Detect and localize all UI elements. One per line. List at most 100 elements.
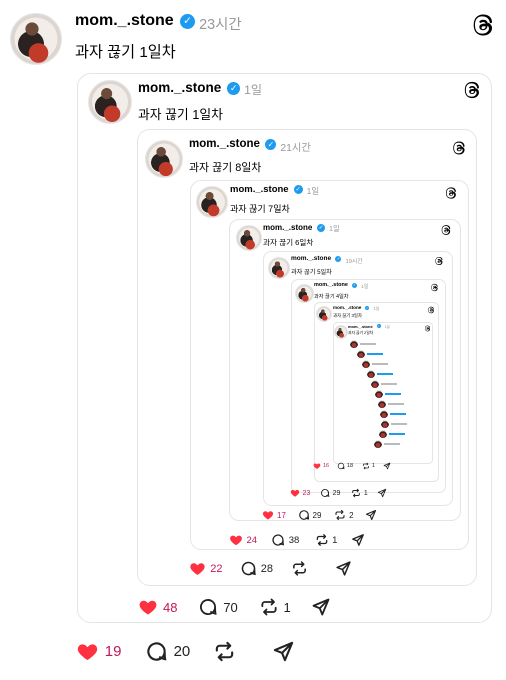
comment-icon: [271, 533, 285, 547]
like-button[interactable]: 24: [229, 533, 257, 547]
like-button[interactable]: 48: [138, 597, 177, 617]
comment-button[interactable]: 28: [240, 560, 273, 577]
share-button[interactable]: [311, 597, 331, 617]
likes-count: 16: [323, 463, 330, 469]
repost-button[interactable]: 2: [334, 509, 354, 521]
repost-button[interactable]: 1: [351, 488, 368, 498]
comment-button[interactable]: 29: [298, 509, 321, 521]
repost-icon: [291, 560, 308, 577]
share-icon: [383, 462, 391, 470]
username[interactable]: mom._.stone: [333, 305, 361, 310]
heart-icon: [290, 488, 300, 498]
username[interactable]: mom._.stone: [75, 12, 174, 30]
share-button[interactable]: [383, 462, 391, 470]
share-icon: [311, 597, 331, 617]
timestamp: 19시간: [345, 259, 363, 265]
nested-quote-trail-dot: [362, 360, 370, 368]
threads-logo-icon[interactable]: [430, 283, 439, 292]
avatar[interactable]: [268, 257, 290, 279]
timestamp: 21시간: [280, 143, 311, 154]
like-button[interactable]: 16: [313, 462, 329, 470]
comment-button[interactable]: 29: [320, 488, 340, 498]
like-button[interactable]: 17: [262, 509, 286, 521]
username[interactable]: mom._.stone: [263, 223, 312, 232]
nested-quote-trail-dot: [357, 350, 365, 358]
post-text: 과자 끊기 1일차: [138, 107, 223, 122]
threads-logo-icon[interactable]: [434, 256, 444, 266]
avatar[interactable]: [295, 284, 314, 303]
share-icon: [272, 640, 295, 663]
like-button[interactable]: 22: [189, 560, 223, 577]
likes-count: 17: [277, 510, 286, 520]
avatar[interactable]: [88, 80, 132, 124]
comment-button[interactable]: 18: [337, 462, 353, 470]
threads-logo-icon[interactable]: [424, 325, 431, 332]
verified-badge-icon: ✓: [227, 81, 241, 95]
heart-icon: [189, 560, 206, 577]
nested-quote-trail-line: [389, 433, 405, 435]
likes-count: 23: [302, 489, 311, 497]
like-button[interactable]: 19: [76, 640, 121, 663]
avatar[interactable]: [145, 140, 183, 178]
post-text: 과자 끊기 4일차: [314, 294, 349, 300]
reposts-count: 1: [332, 534, 338, 546]
username[interactable]: mom._.stone: [314, 282, 348, 288]
nested-quote-trail-dot: [379, 430, 387, 438]
comment-button[interactable]: 20: [145, 640, 190, 663]
username[interactable]: mom._.stone: [138, 80, 221, 95]
avatar[interactable]: [334, 325, 348, 339]
username[interactable]: mom._.stone: [291, 255, 331, 262]
post-text: 과자 끊기 3일차: [333, 313, 362, 318]
comment-icon: [320, 488, 330, 498]
threads-logo-icon[interactable]: [451, 140, 467, 156]
nested-quote-trail-dot: [374, 440, 382, 448]
share-button[interactable]: [377, 488, 387, 498]
quoted-post-card[interactable]: [333, 322, 433, 464]
repost-button[interactable]: 1: [315, 533, 338, 547]
share-icon: [365, 509, 377, 521]
repost-button[interactable]: [213, 640, 242, 663]
threads-logo-icon[interactable]: [444, 186, 458, 200]
comment-icon: [298, 509, 310, 521]
nested-quote-trail-dot: [367, 370, 375, 378]
avatar[interactable]: [236, 225, 262, 251]
threads-logo-icon[interactable]: [462, 80, 482, 100]
post-text: 과자 끊기 6일차: [263, 238, 314, 247]
username[interactable]: mom._.stone: [230, 184, 289, 195]
avatar[interactable]: [196, 186, 228, 218]
comments-count: 38: [288, 534, 300, 546]
repost-icon: [351, 488, 361, 498]
timestamp: 23시간: [199, 17, 242, 33]
username[interactable]: mom._.stone: [189, 138, 260, 150]
avatar[interactable]: [10, 13, 62, 65]
threads-logo-icon[interactable]: [440, 224, 452, 236]
repost-icon: [315, 533, 329, 547]
reposts-count: 1: [363, 489, 368, 497]
share-button[interactable]: [335, 560, 352, 577]
repost-icon: [334, 509, 346, 521]
repost-button[interactable]: [291, 560, 312, 577]
username[interactable]: mom._.stone: [348, 324, 373, 329]
threads-logo-icon[interactable]: [470, 12, 496, 38]
comment-button[interactable]: 38: [271, 533, 299, 547]
share-button[interactable]: [272, 640, 295, 663]
share-button[interactable]: [351, 533, 365, 547]
comments-count: 70: [223, 599, 238, 615]
comment-icon: [198, 597, 218, 617]
reposts-count: 1: [283, 599, 291, 615]
share-button[interactable]: [365, 509, 377, 521]
nested-quote-trail-line: [391, 423, 407, 425]
timestamp: 1일: [244, 83, 263, 97]
threads-logo-icon[interactable]: [427, 306, 435, 314]
repost-button[interactable]: 1: [259, 597, 291, 617]
like-button[interactable]: 23: [290, 488, 310, 498]
avatar[interactable]: [316, 306, 332, 322]
verified-badge-icon: ✓: [352, 282, 358, 288]
nested-quote-trail-line: [388, 403, 404, 405]
comment-button[interactable]: 70: [198, 597, 238, 617]
heart-icon: [229, 533, 243, 547]
comments-count: 20: [173, 643, 191, 660]
comments-count: 18: [346, 463, 354, 469]
repost-button[interactable]: 1: [362, 462, 375, 470]
heart-icon: [262, 509, 274, 521]
